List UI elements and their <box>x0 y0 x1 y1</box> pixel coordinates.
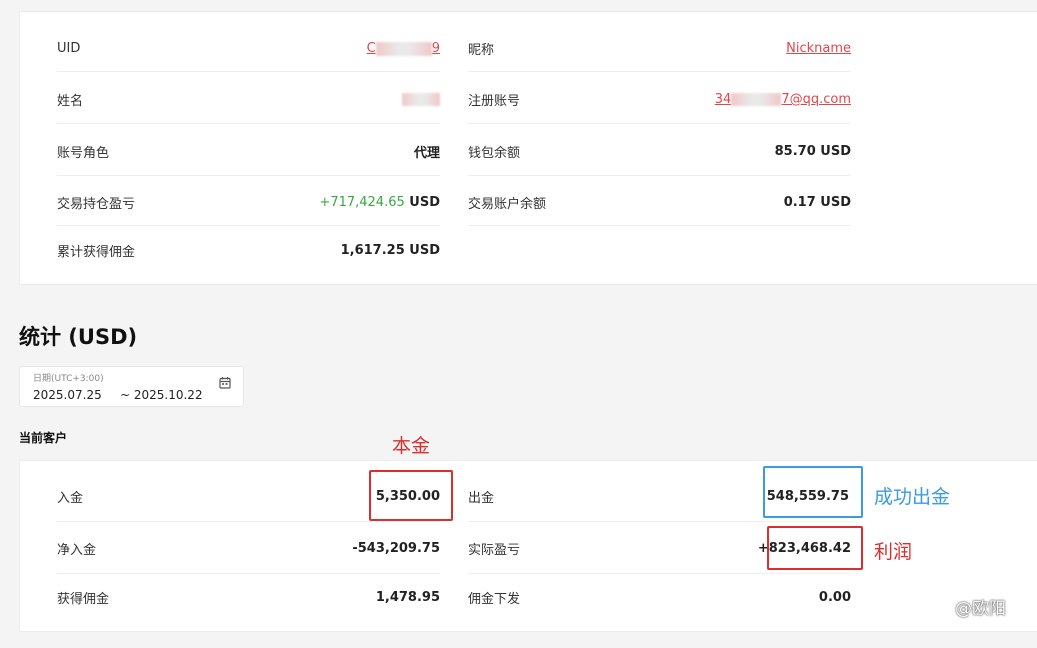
commission-total-row: 累计获得佣金 1,617.25 USD <box>57 230 440 270</box>
date-start[interactable]: 2025.07.25 <box>33 388 102 402</box>
redacted-uid <box>375 41 432 56</box>
redacted-name <box>402 93 440 106</box>
role-value: 代理 <box>413 146 440 161</box>
date-range-picker[interactable]: 日期(UTC+3:00) 2025.07.25 ~ 2025.10.22 <box>19 366 244 407</box>
wallet-label: 钱包余额 <box>468 146 521 161</box>
register-label: 注册账号 <box>468 94 521 109</box>
payout-label: 佣金下发 <box>468 591 521 607</box>
pnl-label: 交易持仓盈亏 <box>57 197 136 212</box>
nickname-label: 昵称 <box>468 43 495 58</box>
payout-row: 佣金下发 0.00 <box>468 576 851 618</box>
actual-pnl-label: 实际盈亏 <box>468 543 521 558</box>
register-row: 注册账号 34 7@qq.com <box>468 76 851 124</box>
date-end[interactable]: ~ 2025.10.22 <box>120 388 203 402</box>
uid-value[interactable]: C9 <box>367 41 440 56</box>
commission-row: 获得佣金 1,478.95 <box>57 576 440 618</box>
redacted-email <box>731 93 782 106</box>
name-row: 姓名 <box>57 76 440 124</box>
uid-row: UID C9 <box>57 26 440 72</box>
trade-balance-value: 0.17 USD <box>783 195 851 210</box>
deposit-label: 入金 <box>57 491 84 506</box>
wallet-row: 钱包余额 85.70 USD <box>468 128 851 176</box>
role-row: 账号角色 代理 <box>57 128 440 176</box>
trade-balance-row: 交易账户余额 0.17 USD <box>468 180 851 226</box>
annotation-box-withdraw <box>763 466 863 518</box>
commission-label: 获得佣金 <box>57 591 110 607</box>
annotation-withdraw-success: 成功出金 <box>874 486 951 508</box>
current-clients-title: 当前客户 <box>19 431 68 445</box>
stats-title: 统计 (USD) <box>19 325 138 349</box>
role-label: 账号角色 <box>57 146 110 161</box>
pnl-row: 交易持仓盈亏 +717,424.65 USD <box>57 180 440 226</box>
date-label: 日期(UTC+3:00) <box>33 374 104 384</box>
net-deposit-row: 净入金 -543,209.75 <box>57 524 440 574</box>
zhihu-logo-icon <box>937 602 949 613</box>
watermark: @欧阳 <box>934 594 1006 619</box>
commission-value: 1,478.95 <box>375 589 440 605</box>
commission-total-value: 1,617.25 USD <box>340 242 440 258</box>
payout-value: 0.00 <box>818 589 851 605</box>
nickname-link[interactable]: Nickname <box>786 41 851 56</box>
name-label: 姓名 <box>57 94 84 109</box>
net-deposit-label: 净入金 <box>57 543 97 558</box>
calendar-icon[interactable] <box>219 376 231 389</box>
annotation-box-profit <box>767 526 863 570</box>
watermark-text: @欧阳 <box>955 599 1006 619</box>
annotation-profit: 利润 <box>874 541 913 563</box>
net-deposit-value: -543,209.75 <box>352 541 440 556</box>
annotation-principal: 本金 <box>392 435 431 457</box>
wallet-value: 85.70 USD <box>774 144 851 159</box>
trade-balance-label: 交易账户余额 <box>468 197 547 212</box>
annotation-box-principal <box>369 470 453 521</box>
commission-total-label: 累计获得佣金 <box>57 244 136 260</box>
pnl-value: +717,424.65 USD <box>319 195 440 210</box>
register-value[interactable]: 34 7@qq.com <box>715 92 851 107</box>
withdraw-label: 出金 <box>468 491 495 506</box>
nickname-row: 昵称 Nickname <box>468 26 851 72</box>
uid-label: UID <box>57 41 81 56</box>
